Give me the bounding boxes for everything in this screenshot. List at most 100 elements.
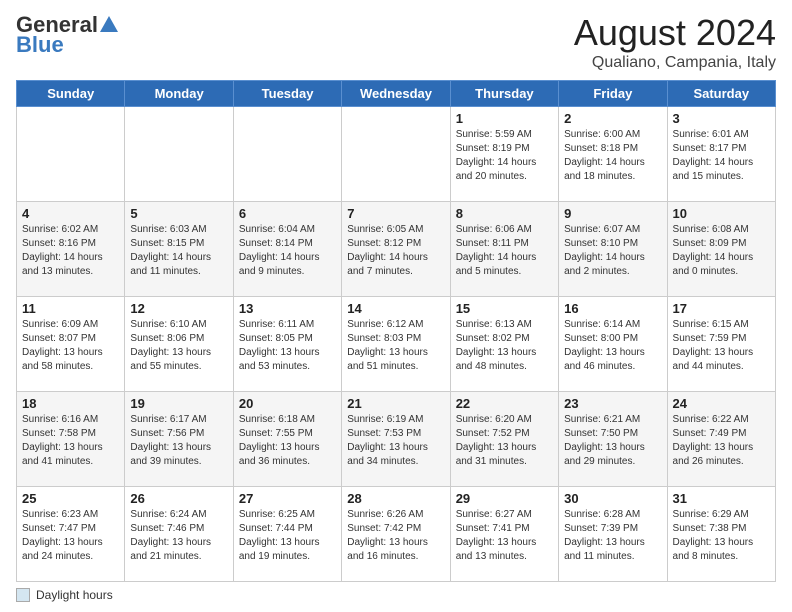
calendar-cell: 6 Sunrise: 6:04 AM Sunset: 8:14 PM Daylig… (233, 202, 341, 297)
day-info: Sunrise: 6:23 AM Sunset: 7:47 PM Dayligh… (22, 508, 119, 564)
calendar-cell: 28Sunrise: 6:26 AM Sunset: 7:42 PM Dayli… (342, 487, 450, 582)
day-number: 21 (347, 396, 444, 411)
calendar-cell: 11Sunrise: 6:09 AM Sunset: 8:07 PM Dayli… (17, 297, 125, 392)
calendar-header: SundayMondayTuesdayWednesdayThursdayFrid… (17, 81, 776, 107)
header: General Blue August 2024 Qualiano, Campa… (16, 12, 776, 72)
day-number: 28 (347, 491, 444, 506)
calendar-cell: 20 Sunrise: 6:18 AM Sunset: 7:55 PM Dayli… (233, 392, 341, 487)
day-number: 9 (564, 206, 661, 221)
day-number: 7 (347, 206, 444, 221)
day-info: Sunrise: 6:13 AM Sunset: 8:02 PM Dayligh… (456, 318, 553, 374)
calendar-cell: 29Sunrise: 6:27 AM Sunset: 7:41 PM Dayli… (450, 487, 558, 582)
calendar-cell: 4 Sunrise: 6:02 AM Sunset: 8:16 PM Daylig… (17, 202, 125, 297)
day-info: Sunrise: 6:10 AM Sunset: 8:06 PM Dayligh… (130, 318, 227, 374)
day-info: Sunrise: 6:01 AM Sunset: 8:17 PM Dayligh… (673, 128, 770, 184)
day-info: Sunrise: 6:03 AM Sunset: 8:15 PM Dayligh… (130, 223, 227, 279)
calendar-cell: 30Sunrise: 6:28 AM Sunset: 7:39 PM Dayli… (559, 487, 667, 582)
logo: General Blue (16, 12, 120, 58)
calendar-cell: 12Sunrise: 6:10 AM Sunset: 8:06 PM Dayli… (125, 297, 233, 392)
calendar-cell: 22 Sunrise: 6:20 AM Sunset: 7:52 PM Dayli… (450, 392, 558, 487)
day-info: Sunrise: 6:20 AM Sunset: 7:52 PM Dayligh… (456, 413, 553, 469)
day-info: Sunrise: 6:04 AM Sunset: 8:14 PM Dayligh… (239, 223, 336, 279)
day-number: 8 (456, 206, 553, 221)
day-info: Sunrise: 6:21 AM Sunset: 7:50 PM Dayligh… (564, 413, 661, 469)
day-info: Sunrise: 6:16 AM Sunset: 7:58 PM Dayligh… (22, 413, 119, 469)
day-number: 16 (564, 301, 661, 316)
day-number: 18 (22, 396, 119, 411)
calendar-cell (17, 107, 125, 202)
day-header-thursday: Thursday (450, 81, 558, 107)
calendar-title: August 2024 (574, 12, 776, 54)
calendar-cell: 27Sunrise: 6:25 AM Sunset: 7:44 PM Dayli… (233, 487, 341, 582)
day-number: 3 (673, 111, 770, 126)
logo-arrow-icon (98, 14, 120, 36)
calendar-cell: 8Sunrise: 6:06 AM Sunset: 8:11 PM Daylig… (450, 202, 558, 297)
calendar-cell (342, 107, 450, 202)
day-header-saturday: Saturday (667, 81, 775, 107)
daylight-legend-box (16, 588, 30, 602)
day-info: Sunrise: 6:15 AM Sunset: 7:59 PM Dayligh… (673, 318, 770, 374)
calendar-cell: 17Sunrise: 6:15 AM Sunset: 7:59 PM Dayli… (667, 297, 775, 392)
calendar-cell: 3 Sunrise: 6:01 AM Sunset: 8:17 PM Daylig… (667, 107, 775, 202)
day-number: 14 (347, 301, 444, 316)
day-number: 15 (456, 301, 553, 316)
day-number: 6 (239, 206, 336, 221)
calendar-cell: 23 Sunrise: 6:21 AM Sunset: 7:50 PM Dayli… (559, 392, 667, 487)
day-info: Sunrise: 6:02 AM Sunset: 8:16 PM Dayligh… (22, 223, 119, 279)
day-header-sunday: Sunday (17, 81, 125, 107)
footer: Daylight hours (16, 588, 776, 602)
calendar-cell: 21 Sunrise: 6:19 AM Sunset: 7:53 PM Dayli… (342, 392, 450, 487)
day-info: Sunrise: 6:12 AM Sunset: 8:03 PM Dayligh… (347, 318, 444, 374)
day-number: 4 (22, 206, 119, 221)
day-info: Sunrise: 6:27 AM Sunset: 7:41 PM Dayligh… (456, 508, 553, 564)
day-number: 13 (239, 301, 336, 316)
day-info: Sunrise: 6:19 AM Sunset: 7:53 PM Dayligh… (347, 413, 444, 469)
day-number: 22 (456, 396, 553, 411)
day-number: 30 (564, 491, 661, 506)
calendar-cell: 5Sunrise: 6:03 AM Sunset: 8:15 PM Daylig… (125, 202, 233, 297)
calendar-cell: 26Sunrise: 6:24 AM Sunset: 7:46 PM Dayli… (125, 487, 233, 582)
day-number: 19 (130, 396, 227, 411)
day-info: Sunrise: 6:17 AM Sunset: 7:56 PM Dayligh… (130, 413, 227, 469)
logo-blue: Blue (16, 32, 64, 58)
day-header-tuesday: Tuesday (233, 81, 341, 107)
day-info: Sunrise: 6:18 AM Sunset: 7:55 PM Dayligh… (239, 413, 336, 469)
calendar-body: 1Sunrise: 5:59 AM Sunset: 8:19 PM Daylig… (17, 107, 776, 582)
day-info: Sunrise: 6:09 AM Sunset: 8:07 PM Dayligh… (22, 318, 119, 374)
day-header-friday: Friday (559, 81, 667, 107)
calendar-cell: 25 Sunrise: 6:23 AM Sunset: 7:47 PM Dayli… (17, 487, 125, 582)
day-number: 31 (673, 491, 770, 506)
calendar-cell: 7 Sunrise: 6:05 AM Sunset: 8:12 PM Daylig… (342, 202, 450, 297)
calendar-cell: 9 Sunrise: 6:07 AM Sunset: 8:10 PM Daylig… (559, 202, 667, 297)
calendar-cell: 19 Sunrise: 6:17 AM Sunset: 7:56 PM Dayli… (125, 392, 233, 487)
calendar-cell: 1Sunrise: 5:59 AM Sunset: 8:19 PM Daylig… (450, 107, 558, 202)
daylight-label: Daylight hours (36, 588, 113, 602)
calendar-cell: 10 Sunrise: 6:08 AM Sunset: 8:09 PM Dayli… (667, 202, 775, 297)
day-info: Sunrise: 6:05 AM Sunset: 8:12 PM Dayligh… (347, 223, 444, 279)
day-number: 26 (130, 491, 227, 506)
calendar-subtitle: Qualiano, Campania, Italy (574, 54, 776, 72)
day-info: Sunrise: 6:07 AM Sunset: 8:10 PM Dayligh… (564, 223, 661, 279)
calendar-week-1: 4 Sunrise: 6:02 AM Sunset: 8:16 PM Daylig… (17, 202, 776, 297)
page: General Blue August 2024 Qualiano, Campa… (0, 0, 792, 612)
calendar-cell (125, 107, 233, 202)
calendar-cell: 13 Sunrise: 6:11 AM Sunset: 8:05 PM Dayli… (233, 297, 341, 392)
day-number: 1 (456, 111, 553, 126)
calendar-table: SundayMondayTuesdayWednesdayThursdayFrid… (16, 80, 776, 582)
day-header-wednesday: Wednesday (342, 81, 450, 107)
day-info: Sunrise: 6:22 AM Sunset: 7:49 PM Dayligh… (673, 413, 770, 469)
calendar-week-3: 18 Sunrise: 6:16 AM Sunset: 7:58 PM Dayli… (17, 392, 776, 487)
day-info: Sunrise: 6:11 AM Sunset: 8:05 PM Dayligh… (239, 318, 336, 374)
day-number: 23 (564, 396, 661, 411)
calendar-week-4: 25 Sunrise: 6:23 AM Sunset: 7:47 PM Dayli… (17, 487, 776, 582)
calendar-week-0: 1Sunrise: 5:59 AM Sunset: 8:19 PM Daylig… (17, 107, 776, 202)
day-info: Sunrise: 6:14 AM Sunset: 8:00 PM Dayligh… (564, 318, 661, 374)
day-info: Sunrise: 6:08 AM Sunset: 8:09 PM Dayligh… (673, 223, 770, 279)
day-number: 25 (22, 491, 119, 506)
day-number: 20 (239, 396, 336, 411)
title-block: August 2024 Qualiano, Campania, Italy (574, 12, 776, 72)
calendar-cell: 18 Sunrise: 6:16 AM Sunset: 7:58 PM Dayli… (17, 392, 125, 487)
day-number: 10 (673, 206, 770, 221)
day-header-monday: Monday (125, 81, 233, 107)
calendar-cell: 2Sunrise: 6:00 AM Sunset: 8:18 PM Daylig… (559, 107, 667, 202)
